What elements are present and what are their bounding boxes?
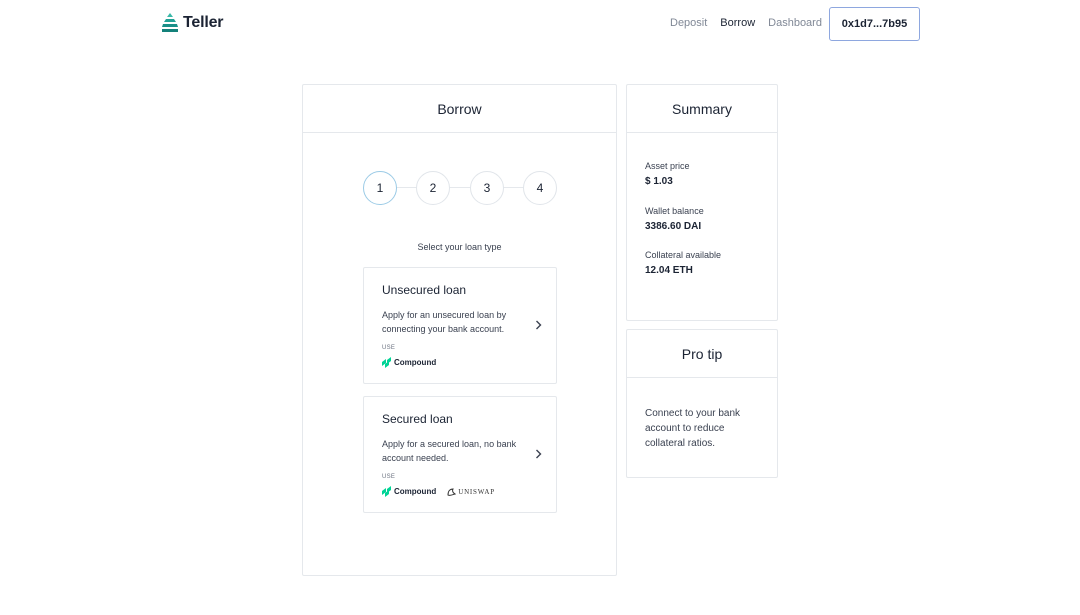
compound-label: Compound [394, 487, 437, 496]
compound-logo-icon [382, 357, 391, 368]
compound-logo: Compound [381, 486, 436, 497]
pro-tip-text: Connect to your bank account to reduce c… [645, 408, 741, 449]
borrow-card: Borrow 1 2 3 4 Select your loan type Uns… [302, 84, 617, 576]
compound-logo-icon [382, 486, 391, 497]
teller-logo[interactable]: Teller [162, 13, 224, 32]
step-indicator: 1 2 3 4 [363, 171, 557, 205]
uniswap-logo: UNISWAP [446, 487, 495, 497]
step-1[interactable]: 1 [363, 171, 397, 205]
unsecured-loan-option[interactable]: Unsecured loan Apply for an unsecured lo… [363, 267, 557, 384]
summary-value: $ 1.03 [645, 176, 673, 187]
step-2[interactable]: 2 [416, 171, 450, 205]
nav-dashboard[interactable]: Dashboard [768, 17, 822, 29]
select-loan-type-label: Select your loan type [417, 242, 502, 252]
uniswap-label: UNISWAP [458, 487, 495, 496]
summary-label: Wallet balance [645, 206, 704, 216]
main-nav: Deposit Borrow Dashboard [670, 17, 822, 29]
step-4[interactable]: 4 [523, 171, 557, 205]
summary-label: Asset price [645, 161, 690, 171]
loan-title: Unsecured loan [382, 283, 467, 297]
protocol-logos: Compound UNISWAP [381, 486, 495, 497]
uniswap-logo-icon [447, 487, 457, 496]
loan-use-label: USE [382, 345, 396, 351]
asset-price: Asset price $ 1.03 [645, 161, 690, 187]
chevron-right-icon[interactable] [535, 449, 542, 459]
nav-deposit[interactable]: Deposit [670, 17, 707, 29]
summary-value: 12.04 ETH [645, 265, 693, 276]
step-connector [379, 187, 541, 188]
summary-value: 3386.60 DAI [645, 221, 702, 232]
summary-title: Summary [627, 85, 777, 133]
teller-logo-icon [162, 13, 178, 32]
loan-use-label: USE [382, 474, 396, 480]
protocol-logos: Compound [381, 357, 436, 368]
wallet-balance: Wallet balance 3386.60 DAI [645, 206, 704, 232]
secured-loan-option[interactable]: Secured loan Apply for a secured loan, n… [363, 396, 557, 513]
logo-text: Teller [183, 13, 224, 31]
loan-description: Apply for an unsecured loan by connectin… [382, 310, 507, 334]
loan-title: Secured loan [382, 412, 453, 426]
compound-label: Compound [394, 358, 437, 367]
loan-description: Apply for a secured loan, no bank accoun… [382, 439, 517, 463]
step-3[interactable]: 3 [470, 171, 504, 205]
pro-tip-title: Pro tip [627, 330, 777, 378]
borrow-title: Borrow [303, 85, 616, 133]
chevron-right-icon[interactable] [535, 320, 542, 330]
pro-tip-card: Pro tip Connect to your bank account to … [626, 329, 778, 478]
collateral-available: Collateral available 12.04 ETH [645, 250, 721, 276]
compound-logo: Compound [381, 357, 436, 368]
summary-card: Summary Asset price $ 1.03 Wallet balanc… [626, 84, 778, 321]
nav-borrow[interactable]: Borrow [720, 17, 755, 29]
wallet-address-button[interactable]: 0x1d7...7b95 [829, 7, 920, 41]
summary-label: Collateral available [645, 250, 722, 260]
